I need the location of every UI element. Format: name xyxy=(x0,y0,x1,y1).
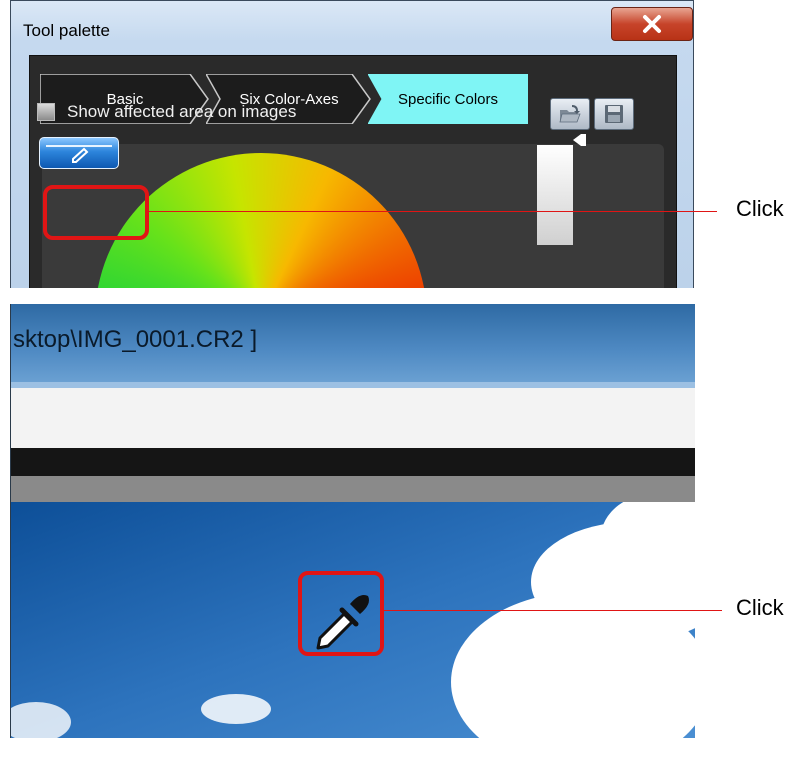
window-title: Tool palette xyxy=(23,21,110,40)
open-button[interactable] xyxy=(550,98,590,130)
tab-label: Six Color-Axes xyxy=(239,90,339,108)
callout-click-label: Click xyxy=(736,595,784,620)
dark-bar xyxy=(11,448,695,476)
highlight-eyedropper-cursor xyxy=(298,571,384,656)
toolbar-area xyxy=(11,388,695,448)
saturation-slider-track[interactable] xyxy=(537,145,573,245)
close-button[interactable] xyxy=(611,7,693,41)
callout-line xyxy=(149,211,717,212)
eyedropper-icon xyxy=(72,147,89,163)
highlight-eyedropper-button xyxy=(43,185,149,240)
tool-palette-window: Tool palette Basic Six Color-Axes Specif… xyxy=(10,0,694,288)
cloud-shape xyxy=(451,592,695,738)
gray-bar xyxy=(11,476,695,502)
folder-open-icon xyxy=(559,105,581,123)
image-window: sktop\IMG_0001.CR2 ] xyxy=(10,304,695,738)
image-window-titlebar: sktop\IMG_0001.CR2 ] xyxy=(11,304,695,382)
callout-click-label: Click xyxy=(736,196,784,221)
show-affected-checkbox[interactable] xyxy=(37,103,55,121)
callout-line xyxy=(384,610,722,611)
tab-label: Basic xyxy=(106,90,144,108)
eyedropper-button[interactable] xyxy=(39,137,119,169)
save-floppy-icon xyxy=(605,105,623,123)
slider-thumb-icon[interactable] xyxy=(573,133,587,147)
close-icon xyxy=(643,15,661,33)
cloud-shape xyxy=(201,694,271,724)
image-file-title: sktop\IMG_0001.CR2 ] xyxy=(13,326,258,353)
tab-specific-colors[interactable]: Specific Colors xyxy=(368,74,528,124)
cloud-shape xyxy=(11,702,71,738)
tab-label: Specific Colors xyxy=(397,90,499,108)
save-button[interactable] xyxy=(594,98,634,130)
